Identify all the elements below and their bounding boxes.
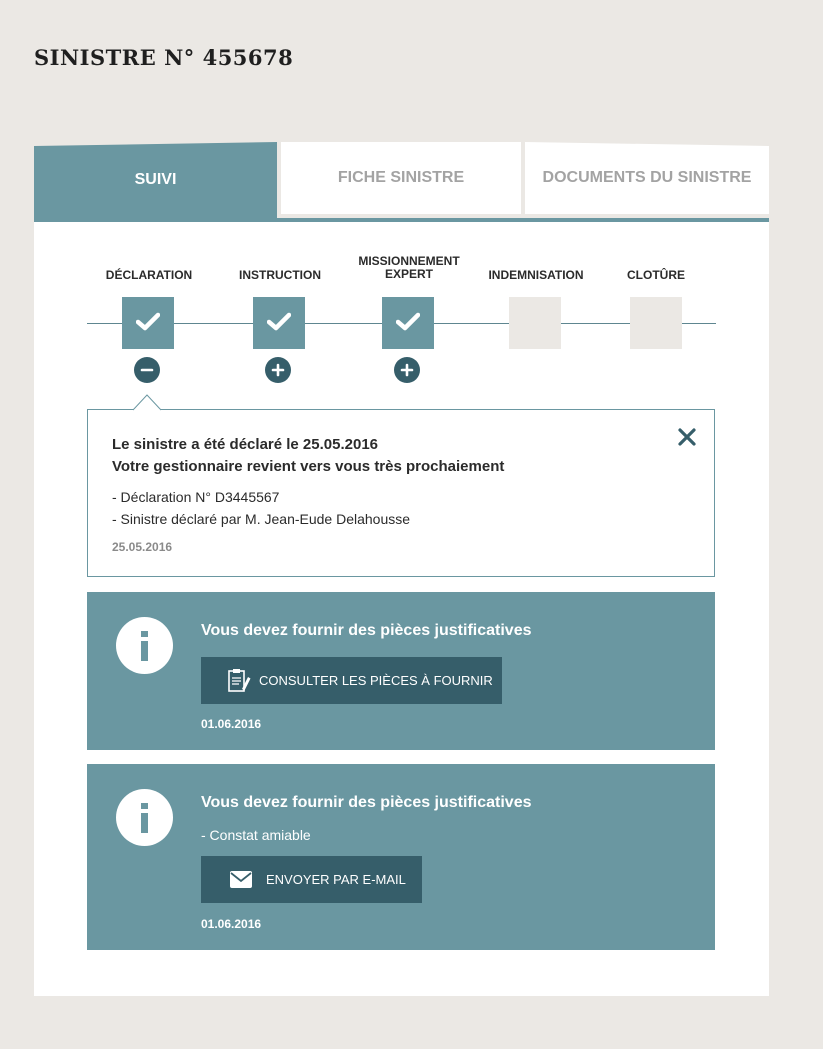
close-button[interactable] (676, 426, 698, 448)
info-icon (116, 789, 173, 846)
detail-line: - Déclaration N° D3445567 (112, 489, 280, 505)
detail-title: Le sinistre a été déclaré le 25.05.2016 … (112, 434, 504, 478)
page-title: SINISTRE N° 455678 (34, 45, 294, 70)
detail-title-line: Le sinistre a été déclaré le 25.05.2016 (112, 436, 379, 453)
step-label-instruction: INSTRUCTION (239, 268, 321, 282)
step-declaration-box[interactable] (122, 297, 174, 349)
step-missionnement-box[interactable] (382, 297, 434, 349)
checkmark-icon (396, 312, 420, 331)
step-label-cloture: CLOTÛRE (627, 268, 685, 282)
tab-documents-sinistre[interactable]: DOCUMENTS DU SINISTRE (525, 142, 769, 214)
checkmark-icon (267, 312, 291, 331)
notice-subtitle: - Constat amiable (201, 827, 311, 843)
envelope-icon (230, 871, 252, 888)
step-instruction-box[interactable] (253, 297, 305, 349)
collapse-step-button[interactable] (134, 357, 160, 383)
plus-icon (271, 363, 285, 377)
tab-fiche-sinistre[interactable]: FICHE SINISTRE (281, 142, 521, 214)
step-label-missionnement-expert: MISSIONNEMENT EXPERT (349, 255, 469, 281)
step-label-line: MISSIONNEMENT (358, 254, 460, 268)
notice-date: 01.06.2016 (201, 917, 262, 931)
claim-card: SUIVI FICHE SINISTRE DOCUMENTS DU SINIST… (34, 142, 769, 996)
detail-line: - Sinistre déclaré par M. Jean-Eude Dela… (112, 511, 411, 527)
notice-card: Vous devez fournir des pièces justificat… (87, 764, 715, 950)
plus-icon (400, 363, 414, 377)
step-cloture-box (630, 297, 682, 349)
checkmark-icon (136, 312, 160, 331)
tab-suivi[interactable]: SUIVI (34, 142, 277, 218)
minus-icon (140, 368, 154, 372)
notice-card: Vous devez fournir des pièces justificat… (87, 592, 715, 750)
consult-documents-button-label: CONSULTER LES PIÈCES À FOURNIR (259, 673, 493, 688)
expand-step-button[interactable] (265, 357, 291, 383)
step-label-declaration: DÉCLARATION (105, 268, 193, 282)
step-indemnisation-box (509, 297, 561, 349)
consult-documents-button[interactable]: CONSULTER LES PIÈCES À FOURNIR (201, 657, 502, 704)
notice-title: Vous devez fournir des pièces justificat… (201, 622, 532, 639)
step-label-indemnisation: INDEMNISATION (488, 268, 584, 282)
info-icon (116, 617, 173, 674)
send-email-button-label: ENVOYER PAR E-MAIL (266, 872, 406, 887)
notice-date: 01.06.2016 (201, 717, 262, 731)
step-label-line: EXPERT (384, 267, 433, 281)
expand-step-button[interactable] (394, 357, 420, 383)
tab-bar: SUIVI FICHE SINISTRE DOCUMENTS DU SINIST… (34, 142, 769, 218)
detail-date: 25.05.2016 (112, 540, 173, 554)
close-icon (678, 428, 696, 446)
detail-title-line: Votre gestionnaire revient vers vous trè… (112, 458, 505, 475)
clipboard-icon (228, 668, 251, 692)
step-detail-panel: Le sinistre a été déclaré le 25.05.2016 … (87, 409, 715, 577)
notice-title: Vous devez fournir des pièces justificat… (201, 794, 532, 811)
send-email-button[interactable]: ENVOYER PAR E-MAIL (201, 856, 422, 903)
